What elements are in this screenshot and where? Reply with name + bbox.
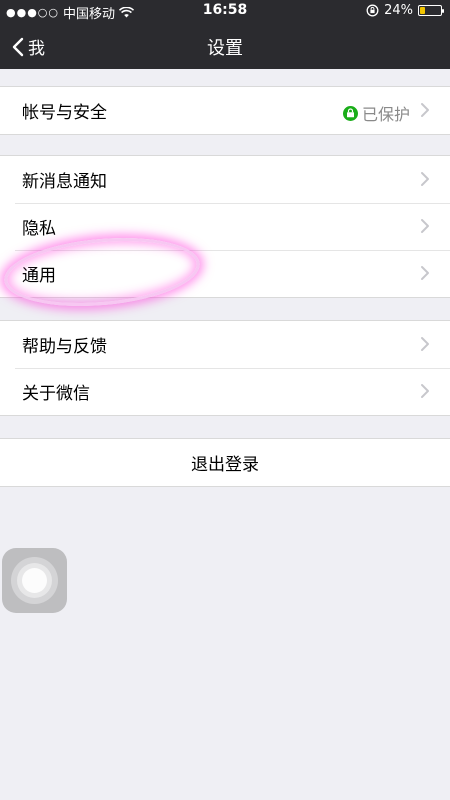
chevron-right-icon (421, 384, 429, 398)
rotation-lock-icon (366, 4, 379, 17)
group-account: 帐号与安全 已保护 (0, 86, 450, 135)
chevron-right-icon (421, 337, 429, 351)
row-about-wechat[interactable]: 关于微信 (0, 368, 450, 415)
chevron-right-icon (421, 219, 429, 233)
group-logout: 退出登录 (0, 438, 450, 487)
battery-icon (418, 5, 444, 16)
protection-label: 已保护 (361, 105, 410, 124)
assistive-touch-button[interactable] (2, 548, 67, 613)
row-privacy[interactable]: 隐私 (0, 203, 450, 250)
chevron-right-icon (421, 172, 429, 186)
status-bar: ●●●○○ 中国移动 16:58 24% (0, 0, 450, 22)
protection-status: 已保护 (342, 101, 410, 125)
battery-percent: 24% (384, 3, 413, 18)
lock-icon (342, 105, 358, 121)
row-help-feedback[interactable]: 帮助与反馈 (0, 321, 450, 368)
status-right: 24% (366, 3, 444, 18)
row-label: 新消息通知 (22, 172, 107, 192)
row-label: 帮助与反馈 (22, 337, 107, 357)
chevron-right-icon (421, 266, 429, 280)
group-general: 新消息通知 隐私 通用 (0, 155, 450, 298)
row-label: 隐私 (22, 219, 56, 239)
logout-button[interactable]: 退出登录 (0, 439, 450, 486)
chevron-right-icon (421, 103, 429, 117)
group-help: 帮助与反馈 关于微信 (0, 320, 450, 416)
logout-label: 退出登录 (191, 455, 259, 475)
row-label: 通用 (22, 266, 56, 286)
row-new-message-notifications[interactable]: 新消息通知 (0, 156, 450, 203)
row-label: 关于微信 (22, 384, 90, 404)
row-label: 帐号与安全 (22, 103, 107, 123)
page-title: 设置 (207, 38, 243, 59)
navigation-bar: 我 设置 (0, 22, 450, 69)
row-general[interactable]: 通用 (0, 250, 450, 297)
row-account-security[interactable]: 帐号与安全 已保护 (0, 87, 450, 134)
battery-fill (420, 7, 425, 14)
